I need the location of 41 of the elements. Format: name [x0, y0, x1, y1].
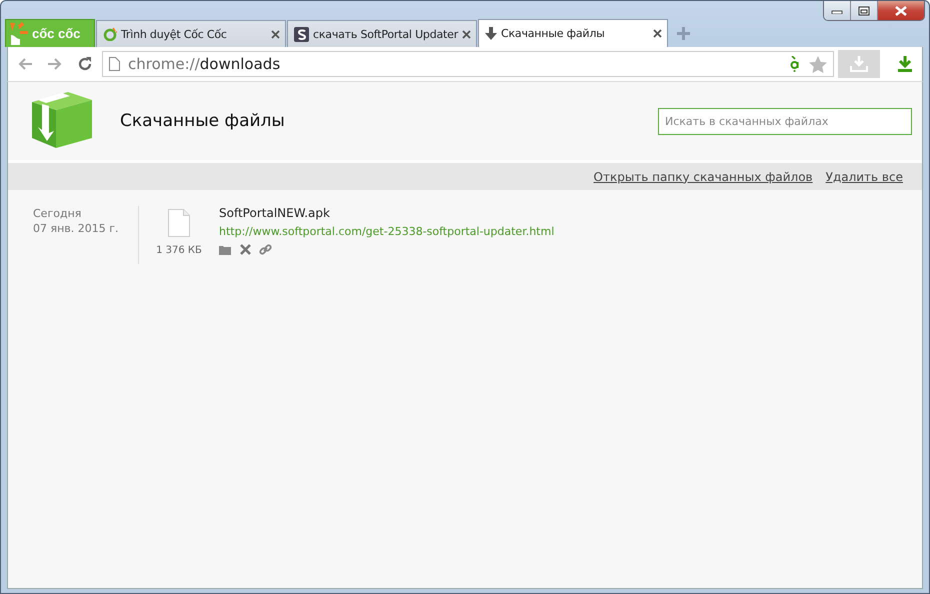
down-arrow-icon	[485, 27, 497, 40]
close-icon[interactable]	[653, 29, 662, 38]
address-text: chrome://downloads	[128, 55, 280, 73]
tab-title: Скачанные файлы	[501, 27, 606, 40]
tray-download-icon	[849, 55, 869, 73]
day-label: Сегодня	[33, 206, 82, 221]
minimize-button[interactable]	[824, 1, 851, 20]
star-icon[interactable]	[809, 56, 827, 72]
page-icon	[109, 57, 120, 71]
s-letter-icon	[294, 26, 309, 42]
minimize-icon	[831, 8, 843, 14]
file-icon	[168, 209, 190, 237]
file-name[interactable]: SoftPortalNEW.apk	[219, 206, 554, 220]
tab-title: скачать SoftPortal Updater	[313, 28, 458, 40]
folder-icon[interactable]	[219, 244, 232, 254]
ring-icon	[103, 27, 117, 41]
reload-icon	[77, 56, 93, 72]
link[interactable]: Открыть папку скачанных файлов	[594, 170, 813, 184]
tab-title: Trình duyệt Cốc Cốc	[121, 28, 228, 40]
accent-icon[interactable]	[789, 56, 801, 72]
close-icon[interactable]	[462, 30, 472, 38]
browser-tab[interactable]: Trình duyệt Cốc Cốc	[96, 20, 286, 47]
date-label: 07 янв. 2015 г.	[33, 221, 120, 236]
cross-icon[interactable]	[240, 244, 251, 255]
back-arrow-icon	[17, 57, 33, 71]
forward-arrow-icon	[47, 57, 63, 71]
address-bar[interactable]: chrome://downloads	[102, 51, 834, 77]
download-icon	[896, 55, 914, 73]
plus-icon[interactable]	[677, 27, 690, 40]
close-button[interactable]	[878, 1, 924, 20]
maximize-button[interactable]	[851, 1, 878, 20]
link-icon[interactable]	[259, 243, 272, 256]
browser-tab[interactable]: скачать SoftPortal Updater	[287, 20, 477, 47]
file-size: 1 376 КБ	[156, 245, 202, 256]
close-icon	[894, 6, 908, 16]
browser-tab[interactable]: Скачанные файлы	[478, 19, 668, 47]
close-icon[interactable]	[271, 30, 280, 38]
link[interactable]: Удалить все	[826, 170, 903, 184]
maximize-icon	[858, 6, 870, 16]
search-field[interactable]: Искать в скачанных файлах	[658, 108, 912, 134]
page-title: Скачанные файлы	[120, 111, 285, 131]
